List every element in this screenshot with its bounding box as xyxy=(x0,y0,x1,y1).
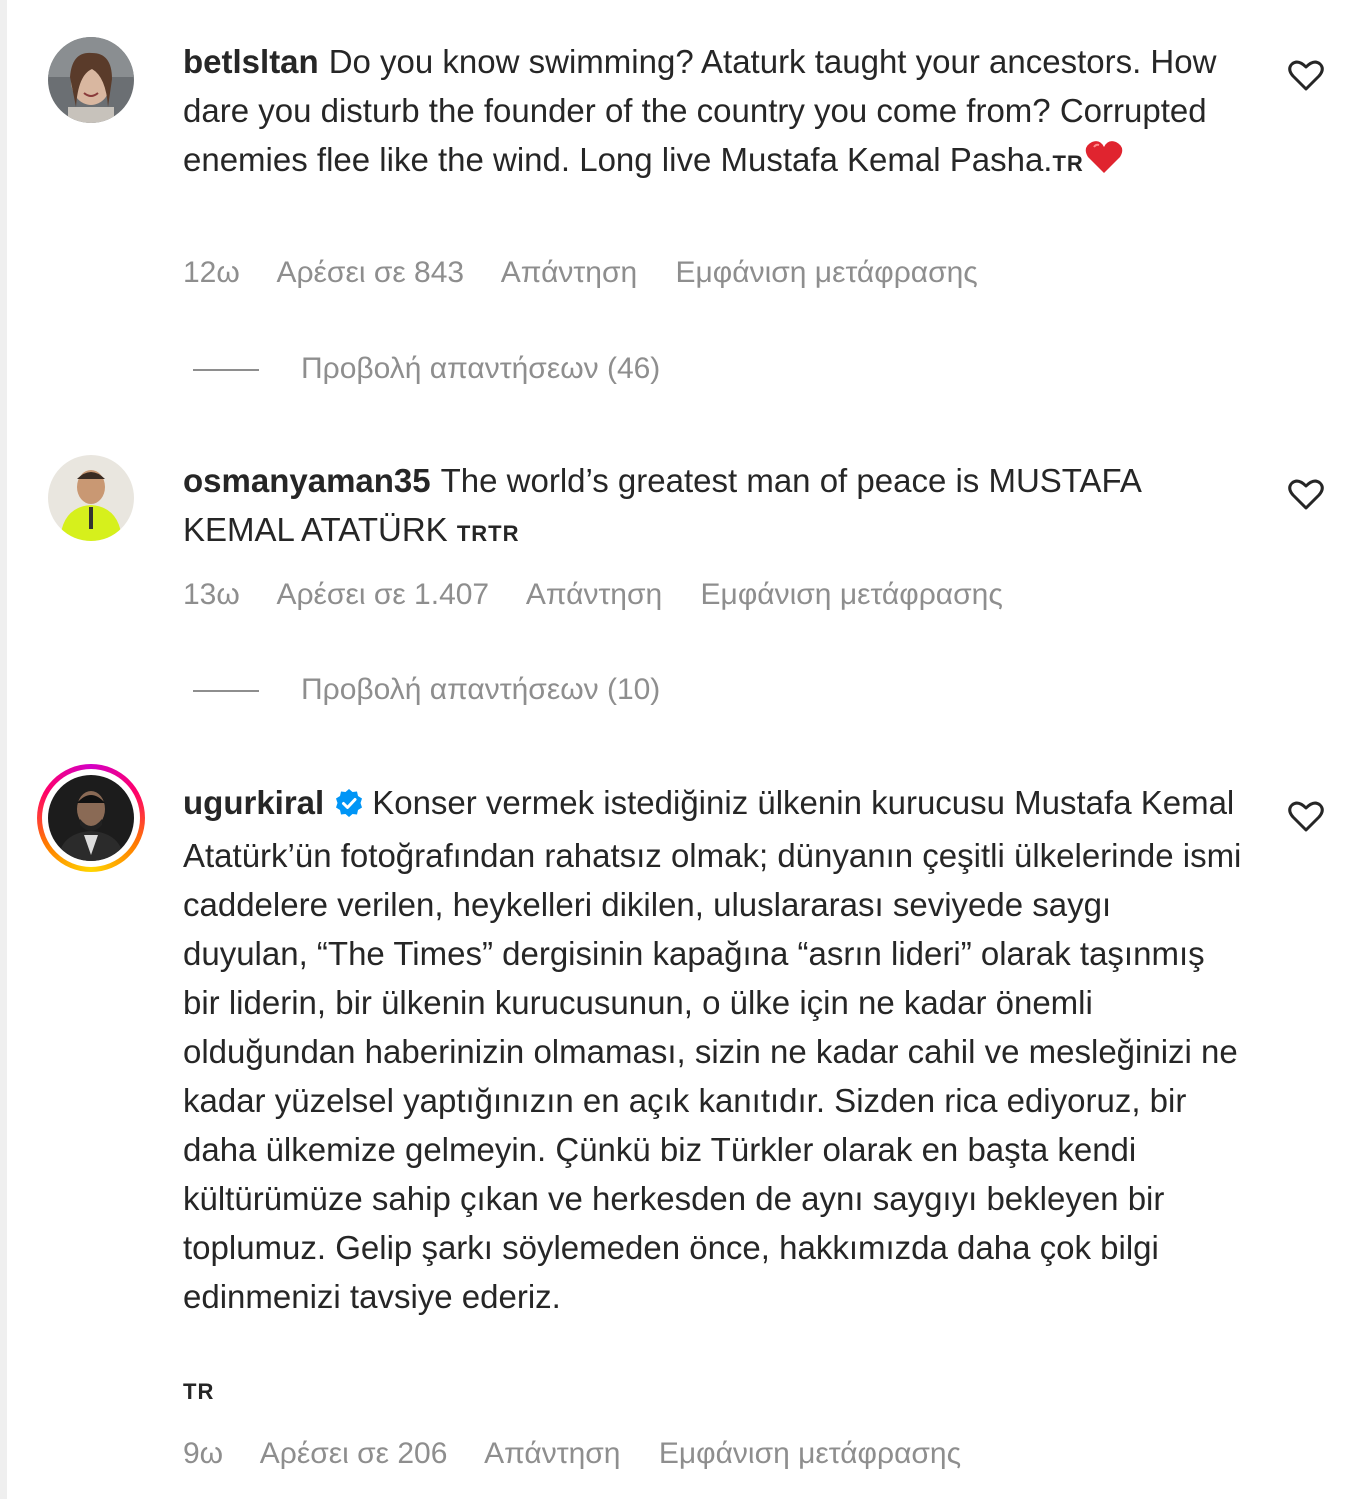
view-replies-label: Προβολή απαντήσεων (46) xyxy=(301,352,661,385)
reply-button[interactable]: Απάντηση xyxy=(526,578,662,611)
comment-username[interactable]: ugurkiral xyxy=(183,784,324,821)
divider-line xyxy=(193,369,259,372)
left-edge xyxy=(0,0,7,1499)
like-heart-icon[interactable] xyxy=(1287,58,1325,94)
comment-likes[interactable]: Αρέσει σε 843 xyxy=(276,256,464,289)
translate-button[interactable]: Εμφάνιση μετάφρασης xyxy=(676,256,978,289)
comment-meta: 9ω Αρέσει σε 206 Απάντηση Εμφάνιση μετάφ… xyxy=(183,1437,991,1471)
comment-body: Konser vermek istediğiniz ülkenin kurucu… xyxy=(183,784,1242,1315)
comment-username[interactable]: osmanyaman35 xyxy=(183,462,431,499)
comment-meta: 13ω Αρέσει σε 1.407 Απάντηση Εμφάνιση με… xyxy=(183,578,1033,612)
comment-text: osmanyaman35 The world’s greatest man of … xyxy=(183,456,1243,558)
comment-text: ugurkiral Konser vermek istediğiniz ülken… xyxy=(183,778,1243,1321)
reply-button[interactable]: Απάντηση xyxy=(484,1437,620,1470)
like-heart-icon[interactable] xyxy=(1287,799,1325,835)
comment-username[interactable]: betlsltan xyxy=(183,43,319,80)
translate-button[interactable]: Εμφάνιση μετάφρασης xyxy=(701,578,1003,611)
comment-text: betlsltan Do you know swimming? Ataturk t… xyxy=(183,37,1243,188)
story-ring[interactable] xyxy=(37,764,145,872)
avatar[interactable] xyxy=(48,775,134,861)
reply-button[interactable]: Απάντηση xyxy=(501,256,637,289)
avatar[interactable] xyxy=(48,455,134,541)
avatar[interactable] xyxy=(48,37,134,123)
translate-button[interactable]: Εμφάνιση μετάφρασης xyxy=(659,1437,961,1470)
view-replies-label: Προβολή απαντήσεων (10) xyxy=(301,673,661,706)
comment-meta: 12ω Αρέσει σε 843 Απάντηση Εμφάνιση μετά… xyxy=(183,256,1008,290)
comment-time[interactable]: 12ω xyxy=(183,256,240,289)
flag-trtr: TRTR xyxy=(456,521,520,546)
comment-time[interactable]: 9ω xyxy=(183,1437,223,1470)
comment-time[interactable]: 13ω xyxy=(183,578,240,611)
like-heart-icon[interactable] xyxy=(1287,477,1325,513)
flag-tr: TR xyxy=(183,1379,215,1404)
view-replies-button[interactable]: Προβολή απαντήσεων (46) xyxy=(193,352,660,386)
comment-likes[interactable]: Αρέσει σε 206 xyxy=(260,1437,448,1470)
divider-line xyxy=(193,690,259,693)
comment-likes[interactable]: Αρέσει σε 1.407 xyxy=(276,578,489,611)
red-heart-icon xyxy=(1084,139,1124,188)
view-replies-button[interactable]: Προβολή απαντήσεων (10) xyxy=(193,673,660,707)
verified-badge-icon xyxy=(334,782,364,831)
flag-tr: TR xyxy=(1052,151,1084,176)
